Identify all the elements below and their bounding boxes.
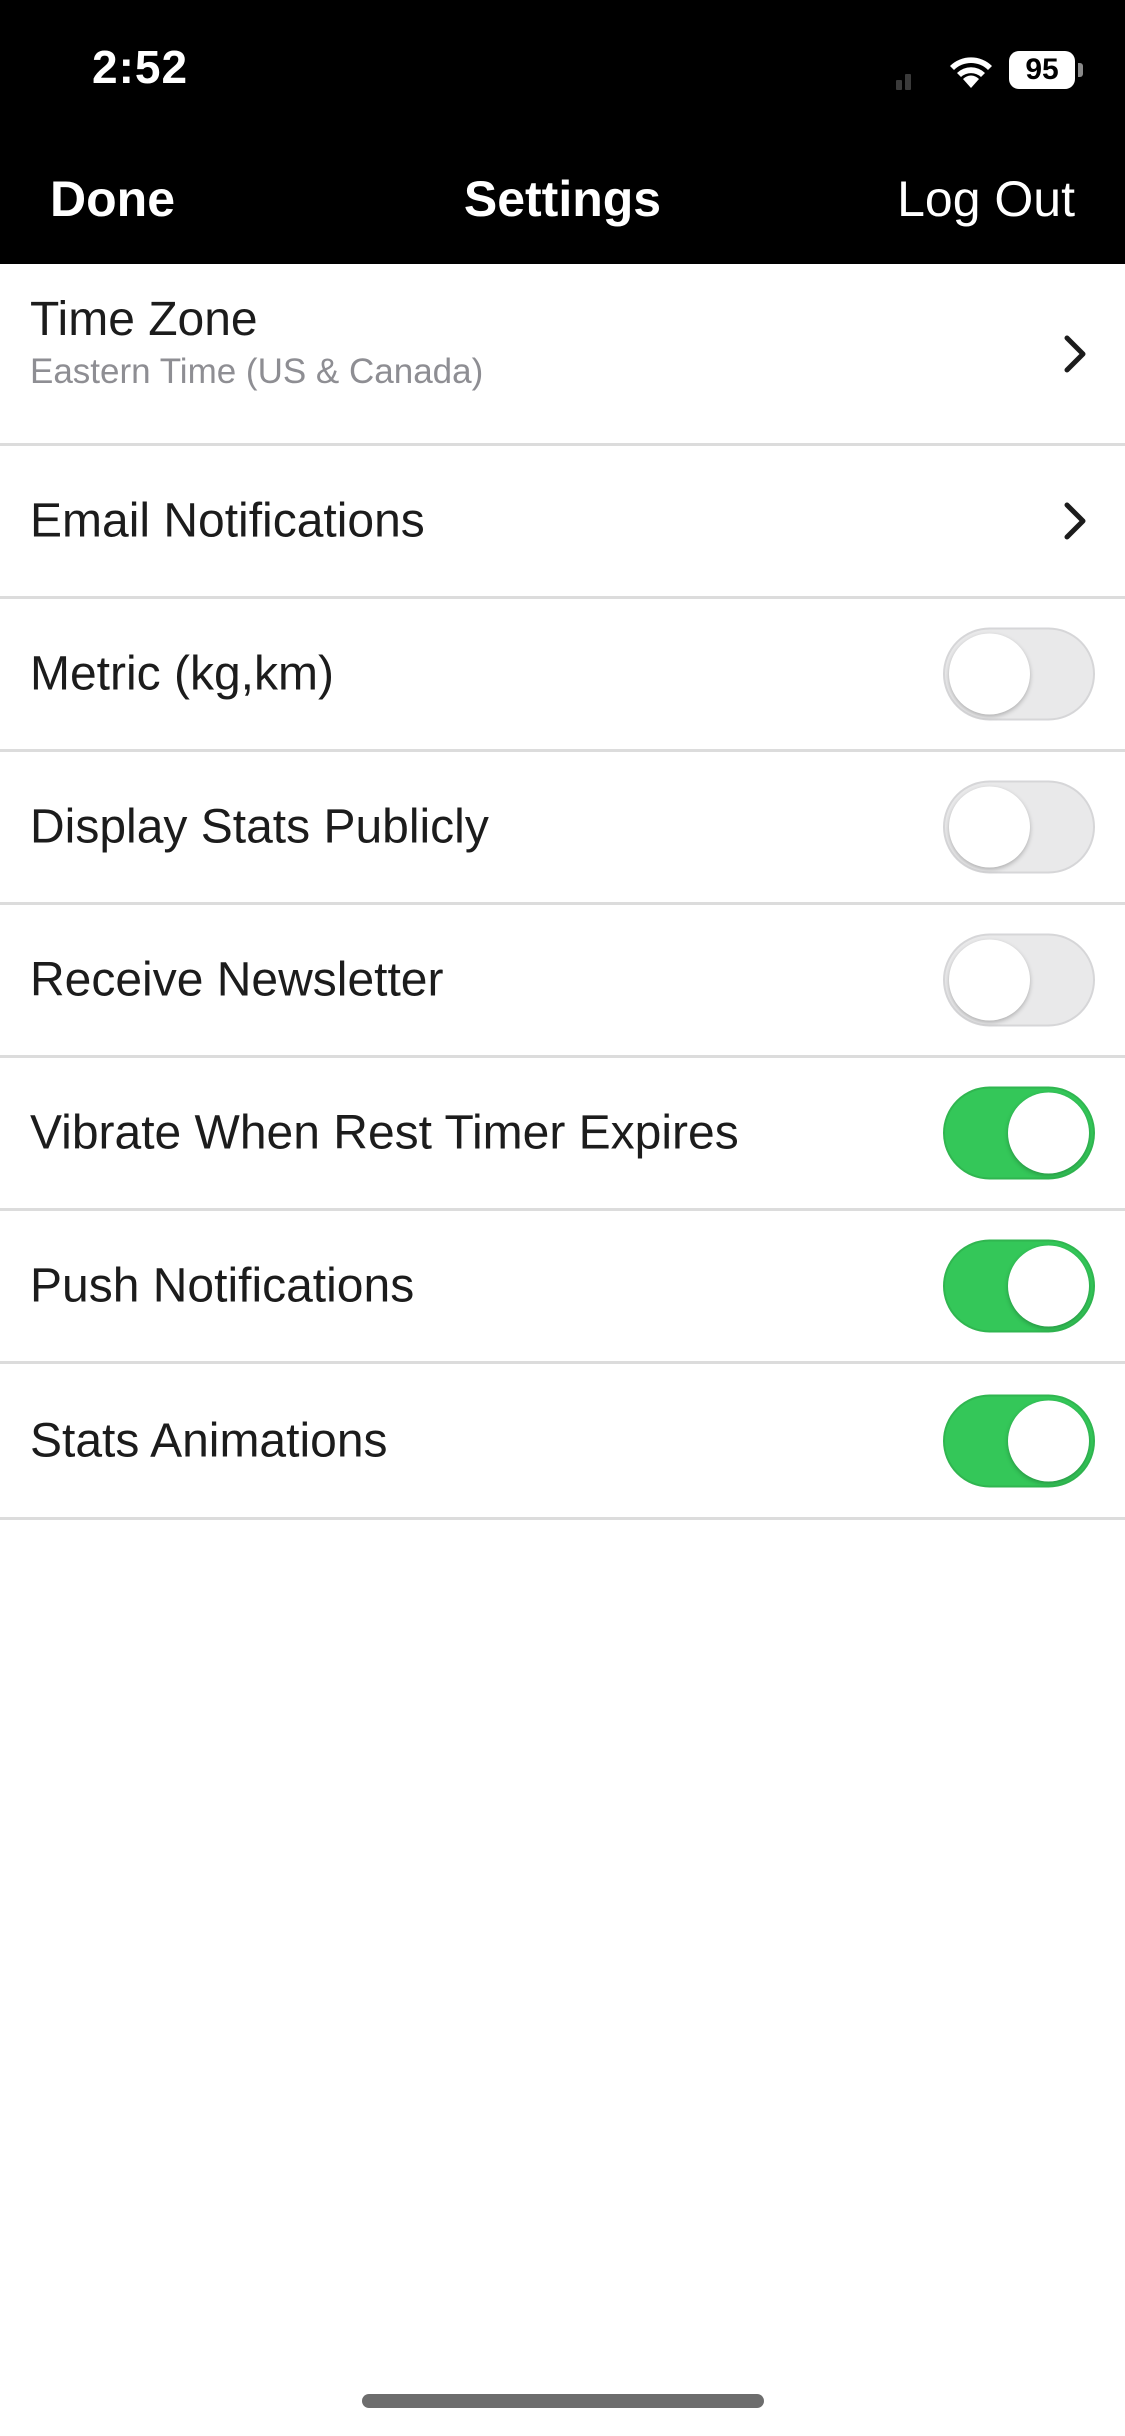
vibrate-timer-toggle[interactable] bbox=[943, 1086, 1095, 1180]
email-notifications-label: Email Notifications bbox=[30, 494, 425, 548]
home-indicator[interactable] bbox=[362, 2394, 764, 2408]
status-icons: 95 bbox=[896, 48, 1083, 92]
time-zone-row[interactable]: Time Zone Eastern Time (US & Canada) bbox=[0, 264, 1125, 446]
toggle-knob bbox=[1008, 1245, 1089, 1327]
log-out-button[interactable]: Log Out bbox=[897, 170, 1075, 228]
metric-toggle[interactable] bbox=[943, 627, 1095, 721]
display-stats-row: Display Stats Publicly bbox=[0, 752, 1125, 905]
time-zone-label: Time Zone bbox=[30, 293, 258, 346]
toggle-knob bbox=[949, 786, 1030, 868]
toggle-knob bbox=[1008, 1092, 1089, 1174]
push-notifications-label: Push Notifications bbox=[30, 1259, 415, 1313]
stats-animations-label: Stats Animations bbox=[30, 1414, 388, 1467]
navigation-header: 2:52 95 Done Settings Log Out bbox=[0, 0, 1125, 264]
metric-row: Metric (kg,km) bbox=[0, 599, 1125, 752]
toggle-knob bbox=[949, 939, 1030, 1021]
wifi-icon bbox=[950, 57, 992, 88]
push-notifications-row: Push Notifications bbox=[0, 1211, 1125, 1364]
signal-icon bbox=[896, 50, 911, 90]
toggle-knob bbox=[949, 633, 1030, 715]
display-stats-toggle[interactable] bbox=[943, 780, 1095, 874]
newsletter-label: Receive Newsletter bbox=[30, 953, 444, 1007]
battery-icon: 95 bbox=[1009, 51, 1075, 89]
toggle-knob bbox=[1008, 1400, 1089, 1481]
metric-label: Metric (kg,km) bbox=[30, 647, 334, 701]
vibrate-timer-label: Vibrate When Rest Timer Expires bbox=[30, 1106, 739, 1160]
done-button[interactable]: Done bbox=[50, 170, 175, 228]
stats-animations-toggle[interactable] bbox=[943, 1394, 1095, 1487]
time-zone-value: Eastern Time (US & Canada) bbox=[30, 352, 484, 391]
newsletter-toggle[interactable] bbox=[943, 933, 1095, 1027]
vibrate-timer-row: Vibrate When Rest Timer Expires bbox=[0, 1058, 1125, 1211]
newsletter-row: Receive Newsletter bbox=[0, 905, 1125, 1058]
battery-level: 95 bbox=[1025, 53, 1059, 86]
stats-animations-row: Stats Animations bbox=[0, 1364, 1125, 1520]
status-time: 2:52 bbox=[92, 41, 189, 93]
push-notifications-toggle[interactable] bbox=[943, 1239, 1095, 1333]
battery-cap bbox=[1078, 63, 1083, 77]
chevron-right-icon bbox=[1064, 335, 1086, 372]
settings-list: Time Zone Eastern Time (US & Canada) Ema… bbox=[0, 264, 1125, 1520]
chevron-right-icon bbox=[1064, 502, 1086, 540]
display-stats-label: Display Stats Publicly bbox=[30, 800, 489, 854]
email-notifications-row[interactable]: Email Notifications bbox=[0, 446, 1125, 599]
